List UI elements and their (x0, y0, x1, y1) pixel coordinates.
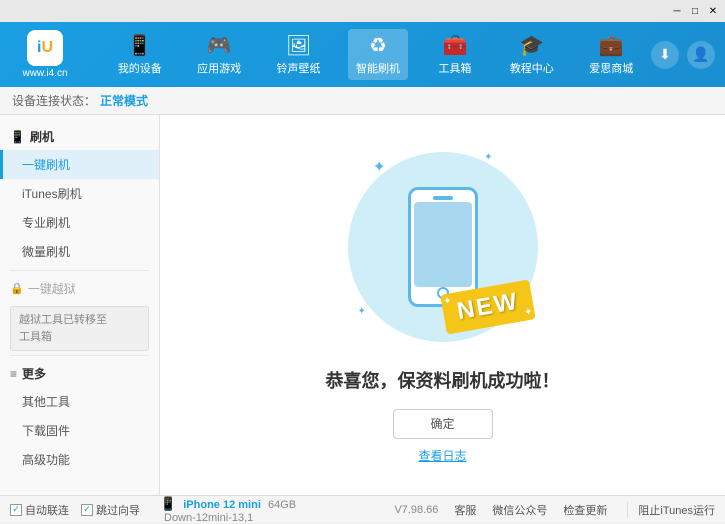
auto-connect-label: 自动联连 (25, 502, 69, 518)
confirm-button[interactable]: 确定 (393, 409, 493, 439)
sidebar-locked-jailbreak: 🔒 一键越狱 (0, 275, 159, 302)
sparkle-2: ✦ (484, 152, 492, 163)
more-section-title: ≡ 更多 (0, 360, 159, 387)
itunes-flash-label: iTunes刷机 (22, 187, 82, 201)
nav-item-my-device-label: 我的设备 (118, 60, 162, 76)
main-content: 📱 刷机 一键刷机 iTunes刷机 专业刷机 微量刷机 🔒 一键越狱 越狱工具… (0, 115, 725, 495)
show-log-link[interactable]: 查看日志 (418, 447, 466, 464)
device-name: iPhone 12 mini (183, 499, 261, 511)
tutorial-icon: 🎓 (519, 33, 544, 58)
phone-screen (414, 202, 472, 287)
nav-item-toolbox[interactable]: 🧰 工具箱 (427, 29, 482, 80)
skip-wizard-check-box: ✓ (81, 504, 93, 516)
auto-connect-checkbox[interactable]: ✓ 自动联连 (10, 502, 69, 518)
phone-illustration: ✦ NEW ✦ ✦ ✦ ✦ (343, 147, 543, 347)
status-value: 正常模式 (100, 92, 148, 109)
skip-wizard-checkbox[interactable]: ✓ 跳过向导 (81, 502, 140, 518)
apps-games-icon: 🎮 (207, 33, 232, 58)
new-badge-text: NEW (455, 287, 521, 325)
more-section-label: 更多 (22, 365, 46, 382)
maximize-button[interactable]: □ (687, 3, 703, 19)
auto-connect-check-box: ✓ (10, 504, 22, 516)
bottom-right: V7.98.66 客服 微信公众号 检查更新 阻止iTunes运行 (394, 502, 715, 518)
locked-label: 一键越狱 (28, 280, 76, 297)
nav-item-wallpaper-label: 铃声壁纸 (277, 60, 321, 76)
check-update-link[interactable]: 检查更新 (563, 502, 607, 518)
status-bar: 设备连接状态： 正常模式 (0, 87, 725, 115)
nav-item-smart-flash[interactable]: ♻ 智能刷机 (348, 29, 408, 80)
header: iU www.i4.cn 📱 我的设备 🎮 应用游戏 🖼 铃声壁纸 ♻ 智能刷机… (0, 22, 725, 87)
device-phone-icon: 📱 (160, 496, 176, 511)
nav-item-apps-games-label: 应用游戏 (197, 60, 241, 76)
nav-items: 📱 我的设备 🎮 应用游戏 🖼 铃声壁纸 ♻ 智能刷机 🧰 工具箱 🎓 教程中心… (100, 29, 651, 80)
logo-text: www.i4.cn (22, 68, 67, 79)
nav-item-tutorial[interactable]: 🎓 教程中心 (502, 29, 562, 80)
sidebar-divider-1 (10, 270, 149, 271)
info-box-line2: 工具箱 (19, 329, 140, 346)
logo-icon: iU (27, 30, 63, 66)
service-link[interactable]: 客服 (454, 502, 476, 518)
bottom-bar: ✓ 自动联连 ✓ 跳过向导 📱 iPhone 12 mini 64GB Down… (0, 495, 725, 523)
info-box-line1: 越狱工具已转移至 (19, 312, 140, 329)
sidebar-item-one-key-flash[interactable]: 一键刷机 (0, 150, 159, 179)
bottom-left: ✓ 自动联连 ✓ 跳过向导 📱 iPhone 12 mini 64GB Down… (10, 496, 394, 524)
device-version: Down-12mini-13,1 (164, 512, 296, 524)
nav-item-istore[interactable]: 💼 爱思商城 (581, 29, 641, 80)
istore-icon: 💼 (599, 33, 624, 58)
success-message: 恭喜您，保资料刷机成功啦！ (326, 367, 560, 393)
wechat-link[interactable]: 微信公众号 (492, 502, 547, 518)
flash-section-title: 📱 刷机 (0, 123, 159, 150)
toolbox-icon: 🧰 (442, 33, 467, 58)
download-firmware-label: 下载固件 (22, 424, 70, 438)
nav-item-toolbox-label: 工具箱 (438, 60, 471, 76)
pro-flash-label: 专业刷机 (22, 216, 70, 230)
sidebar-item-download-firmware[interactable]: 下载固件 (0, 416, 159, 445)
device-info: 📱 iPhone 12 mini 64GB Down-12mini-13,1 (160, 496, 296, 524)
minimize-button[interactable]: ─ (669, 3, 685, 19)
close-button[interactable]: ✕ (705, 3, 721, 19)
phone-speaker (433, 196, 453, 200)
header-right: ⬇ 👤 (651, 41, 715, 69)
sidebar: 📱 刷机 一键刷机 iTunes刷机 专业刷机 微量刷机 🔒 一键越狱 越狱工具… (0, 115, 160, 495)
user-button[interactable]: 👤 (687, 41, 715, 69)
sidebar-item-other-tools[interactable]: 其他工具 (0, 387, 159, 416)
new-star-left: ✦ (442, 295, 452, 307)
center-content: ✦ NEW ✦ ✦ ✦ ✦ 恭喜您，保资料刷机成功啦！ 确定 查看日志 (160, 115, 725, 495)
nav-item-my-device[interactable]: 📱 我的设备 (110, 29, 170, 80)
title-bar: ─ □ ✕ (0, 0, 725, 22)
version-text: V7.98.66 (394, 504, 438, 516)
skip-wizard-label: 跳过向导 (96, 502, 140, 518)
status-label: 设备连接状态： (12, 92, 96, 109)
nav-item-wallpaper[interactable]: 🖼 铃声壁纸 (269, 29, 329, 80)
low-power-flash-label: 微量刷机 (22, 245, 70, 259)
wallpaper-icon: 🖼 (286, 33, 311, 58)
nav-item-istore-label: 爱思商城 (589, 60, 633, 76)
sidebar-item-pro-flash[interactable]: 专业刷机 (0, 208, 159, 237)
sparkle-1: ✦ (373, 157, 386, 177)
sidebar-divider-2 (10, 355, 149, 356)
sidebar-info-box: 越狱工具已转移至 工具箱 (10, 306, 149, 351)
sparkle-3: ✦ (358, 306, 366, 317)
flash-section-label: 刷机 (30, 128, 54, 145)
sidebar-item-itunes-flash[interactable]: iTunes刷机 (0, 179, 159, 208)
smart-flash-icon: ♻ (369, 33, 387, 58)
advanced-label: 高级功能 (22, 453, 70, 467)
lock-icon: 🔒 (10, 282, 24, 295)
sidebar-item-advanced[interactable]: 高级功能 (0, 445, 159, 474)
nav-item-smart-flash-label: 智能刷机 (356, 60, 400, 76)
stop-itunes-link[interactable]: 阻止iTunes运行 (627, 502, 715, 518)
download-button[interactable]: ⬇ (651, 41, 679, 69)
more-section-icon: ≡ (10, 367, 17, 381)
flash-section-icon: 📱 (10, 130, 25, 144)
sidebar-item-low-power-flash[interactable]: 微量刷机 (0, 237, 159, 266)
nav-item-apps-games[interactable]: 🎮 应用游戏 (189, 29, 249, 80)
new-star-right: ✦ (523, 306, 533, 318)
other-tools-label: 其他工具 (22, 395, 70, 409)
phone-body (408, 187, 478, 307)
device-storage: 64GB (268, 499, 296, 511)
nav-item-tutorial-label: 教程中心 (510, 60, 554, 76)
my-device-icon: 📱 (127, 33, 152, 58)
one-key-flash-label: 一键刷机 (22, 158, 70, 172)
logo-area: iU www.i4.cn (10, 30, 80, 79)
